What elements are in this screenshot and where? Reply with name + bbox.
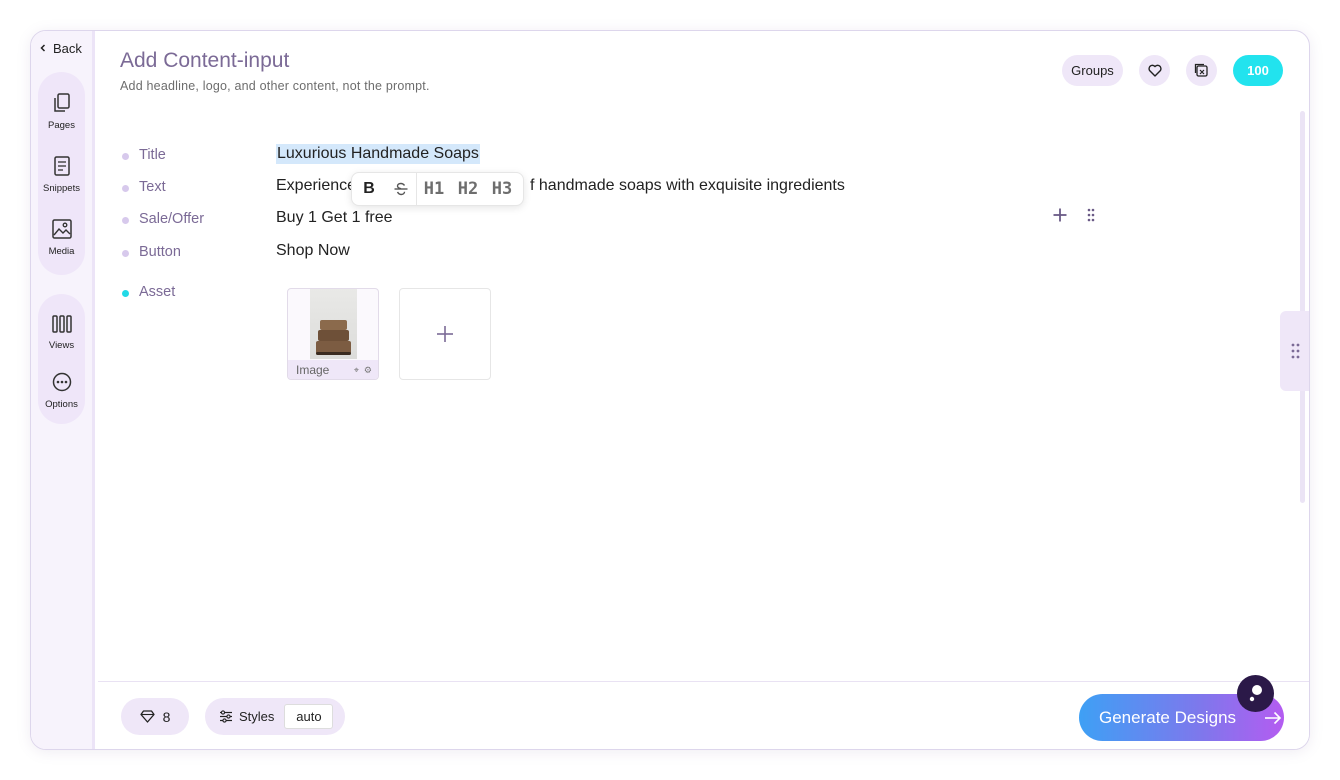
sidebar-item-label: Pages xyxy=(48,120,75,131)
asset-image-card[interactable]: Image ⌖ ⚙ xyxy=(287,288,379,380)
styles-control[interactable]: Styles auto xyxy=(205,698,345,735)
gems-count: 8 xyxy=(162,708,171,725)
strikethrough-button[interactable] xyxy=(386,172,416,206)
options-icon xyxy=(52,372,71,392)
crop-icon[interactable]: ⌖ xyxy=(354,365,359,376)
h2-button[interactable]: H2 xyxy=(451,172,485,206)
gems-button[interactable]: 8 xyxy=(121,698,189,735)
field-title: Title Luxurious Handmade Soaps xyxy=(120,143,1020,167)
row-tools xyxy=(1053,208,1095,227)
field-label: Title xyxy=(139,147,166,163)
text-input-start[interactable]: Experience xyxy=(276,177,356,195)
app-window: Back Pages Snippets Media Views Options … xyxy=(30,30,1310,750)
favorite-button[interactable] xyxy=(1139,55,1170,86)
assistant-icon xyxy=(1249,684,1262,701)
field-label: Asset xyxy=(139,284,176,300)
title-input[interactable]: Luxurious Handmade Soaps xyxy=(276,144,480,164)
plus-icon xyxy=(1053,208,1067,222)
field-dot xyxy=(122,153,129,160)
diamond-icon xyxy=(139,710,155,723)
settings-icon[interactable]: ⚙ xyxy=(364,365,372,376)
text-input-end[interactable]: f handmade soaps with exquisite ingredie… xyxy=(530,177,845,195)
assistant-button[interactable] xyxy=(1237,675,1274,712)
sidebar-item-media[interactable]: Media xyxy=(38,219,85,257)
styles-select[interactable]: auto xyxy=(284,704,334,729)
strikethrough-icon xyxy=(394,182,408,196)
gallery-icon xyxy=(1194,63,1208,77)
heart-icon xyxy=(1147,64,1162,77)
top-actions: Groups 100 xyxy=(1062,55,1283,86)
button-text-input[interactable]: Shop Now xyxy=(276,242,350,260)
sidebar-item-label: Views xyxy=(48,340,75,351)
page-title: Add Content-input xyxy=(120,49,290,72)
sidebar-item-label: Options xyxy=(45,399,78,410)
field-sale-offer: Sale/Offer Buy 1 Get 1 free xyxy=(120,207,1020,231)
field-asset: Asset xyxy=(120,280,1020,304)
media-icon xyxy=(51,219,72,239)
views-icon xyxy=(51,315,72,333)
add-asset-button[interactable] xyxy=(399,288,491,380)
bottom-bar: 8 Styles auto Generate Designs xyxy=(98,681,1309,749)
sale-offer-input[interactable]: Buy 1 Get 1 free xyxy=(276,209,393,227)
field-dot xyxy=(122,217,129,224)
history-button[interactable] xyxy=(1186,55,1217,86)
sidebar-item-pages[interactable]: Pages xyxy=(38,93,85,131)
credits-badge[interactable]: 100 xyxy=(1233,55,1283,86)
side-panel-handle[interactable] xyxy=(1280,311,1309,391)
plus-icon xyxy=(437,326,453,342)
sidebar-group-content: Pages Snippets Media xyxy=(38,72,85,275)
drag-dots-icon xyxy=(1087,208,1095,222)
chevron-left-icon xyxy=(40,44,46,52)
field-label: Text xyxy=(139,179,166,195)
groups-button[interactable]: Groups xyxy=(1062,55,1123,86)
drag-handle[interactable] xyxy=(1087,208,1095,227)
h3-button[interactable]: H3 xyxy=(485,172,519,206)
field-dot xyxy=(122,250,129,257)
asset-label: Image xyxy=(296,363,330,377)
field-dot xyxy=(122,185,129,192)
field-button: Button Shop Now xyxy=(120,240,1020,264)
h1-button[interactable]: H1 xyxy=(417,172,451,206)
add-field-button[interactable] xyxy=(1053,208,1067,227)
field-dot xyxy=(122,290,129,297)
back-button[interactable]: Back xyxy=(39,39,82,57)
styles-label: Styles xyxy=(239,709,275,724)
field-label: Sale/Offer xyxy=(139,211,205,227)
drag-dots-icon xyxy=(1291,343,1300,359)
snippets-icon xyxy=(53,156,70,176)
sidebar-item-snippets[interactable]: Snippets xyxy=(38,156,85,194)
sidebar: Back Pages Snippets Media Views Options xyxy=(31,31,95,749)
pages-icon xyxy=(53,93,70,112)
bold-button[interactable]: B xyxy=(352,172,386,206)
asset-footer: Image ⌖ ⚙ xyxy=(288,360,378,379)
field-label: Button xyxy=(139,244,181,260)
soap-thumbnail xyxy=(310,289,357,359)
arrow-right-icon xyxy=(1265,711,1282,724)
generate-label: Generate Designs xyxy=(1099,707,1237,727)
scrollbar[interactable] xyxy=(1300,111,1305,503)
sidebar-item-label: Media xyxy=(48,246,75,257)
format-toolbar: B H1 H2 H3 xyxy=(351,172,524,206)
sidebar-item-views[interactable]: Views xyxy=(38,315,85,351)
sliders-icon xyxy=(220,710,232,723)
sidebar-group-layout: Views Options xyxy=(38,294,85,424)
back-label: Back xyxy=(53,40,82,56)
field-text: Text Experience f handmade soaps with ex… xyxy=(120,175,1020,199)
page-subtitle: Add headline, logo, and other content, n… xyxy=(120,79,430,93)
sidebar-item-label: Snippets xyxy=(43,183,80,194)
sidebar-item-options[interactable]: Options xyxy=(38,372,85,410)
